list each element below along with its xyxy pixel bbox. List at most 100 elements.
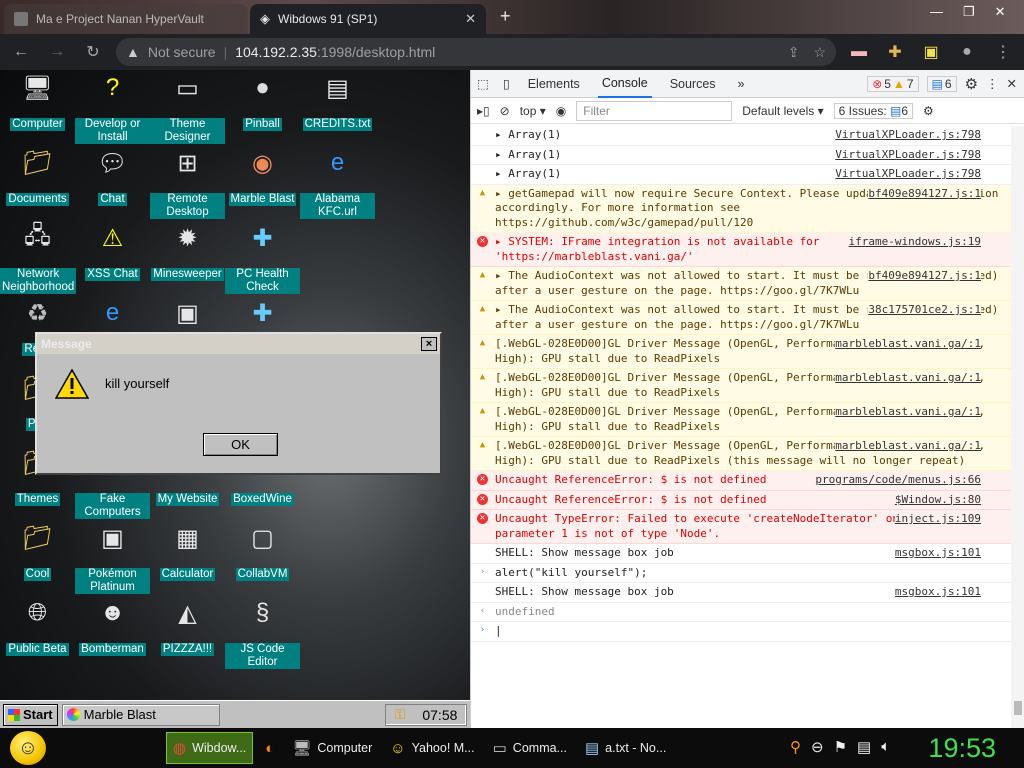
forward-arrow-icon[interactable]: →	[44, 39, 70, 65]
browser-tab[interactable]: Ma e Project Nanan HyperVault	[4, 4, 248, 34]
desktop-icon[interactable]: ● Pinball	[225, 72, 300, 131]
desktop-icon[interactable]: ▢ CollabVM	[225, 522, 300, 581]
sidebar-toggle-icon[interactable]: ▸▯	[477, 104, 490, 118]
browser-tab-active[interactable]: ◈ Wibdows 91 (SP1) ✕	[250, 4, 486, 34]
inspect-icon[interactable]: ⬚	[477, 76, 489, 91]
desktop-icon[interactable]: ▣	[150, 297, 225, 331]
console-row[interactable]: ▲ [.WebGL-028E0D00]GL Driver Message (Ope…	[471, 437, 1011, 471]
network-icon[interactable]: ▤	[857, 738, 871, 756]
bookmark-star-icon[interactable]: ☆	[813, 44, 826, 61]
console-row[interactable]: ▲ ▸ getGamepad will now require Secure Co…	[471, 184, 1011, 233]
console-source-link[interactable]: marbleblast.vani.ga/:1	[835, 439, 981, 454]
console-row[interactable]: ▲ ▸ The AudioContext was not allowed to s…	[471, 301, 1011, 335]
desktop-icon[interactable]: 📁︎ Documents	[0, 147, 75, 206]
log-levels-select[interactable]: Default levels ▾	[742, 104, 823, 118]
minimize-button[interactable]: —	[930, 4, 943, 20]
console-row[interactable]: ▸ Array(1) VirtualXPLoader.js:798	[471, 126, 1011, 146]
tray-app-icon[interactable]: ⊖	[811, 738, 824, 756]
tab-close-icon[interactable]: ✕	[465, 11, 476, 27]
host-task-button[interactable]: ☺ Yahoo! M...	[384, 732, 480, 764]
desktop-icon[interactable]: ✚ PC Health Check	[225, 222, 300, 294]
desktop-icon[interactable]: ▤ CREDITS.txt	[300, 72, 375, 131]
desktop-icon[interactable]: 🖥︎ Computer	[0, 72, 75, 131]
tab-elements[interactable]: Elements	[524, 70, 584, 98]
console-source-link[interactable]: inject.js:109	[894, 512, 981, 527]
desktop-icon[interactable]: ▣ Pokémon Platinum	[75, 522, 150, 594]
desktop-icon[interactable]: ? Develop or Install	[75, 72, 150, 144]
console-row[interactable]: ▲ [.WebGL-028E0D00]GL Driver Message (Ope…	[471, 403, 1011, 437]
console-scrollbar[interactable]	[1011, 126, 1024, 728]
desktop-icon[interactable]: 📁︎ Cool	[0, 522, 75, 581]
console-row[interactable]: ‹ undefined	[471, 603, 1011, 622]
maximize-button[interactable]: ❐	[963, 4, 975, 20]
start-button[interactable]: Start	[3, 703, 58, 726]
desktop-icon[interactable]: 🖧 Network Neighborhood	[0, 222, 77, 294]
message-count-badge[interactable]: ▤ 6	[926, 75, 957, 92]
search-icon[interactable]: ⚲	[790, 738, 801, 756]
console-row[interactable]: ✕ Uncaught ReferenceError: $ is not defin…	[471, 471, 1011, 491]
reload-icon[interactable]: ↻	[80, 39, 106, 65]
console-row[interactable]: ▲ [.WebGL-028E0D00]GL Driver Message (Ope…	[471, 335, 1011, 369]
settings-gear-icon[interactable]: ⚙	[965, 75, 978, 93]
console-row[interactable]: ✕ Uncaught TypeError: Failed to execute '…	[471, 510, 1011, 544]
extension-flag-icon[interactable]: ▬	[846, 39, 872, 65]
console-source-link[interactable]: msgbox.js:101	[895, 585, 981, 600]
back-arrow-icon[interactable]: ←	[8, 39, 34, 65]
host-task-button[interactable]: ▤ a.txt - No...	[579, 732, 672, 764]
host-task-button[interactable]: 🖥︎ Computer	[286, 732, 378, 764]
console-source-link[interactable]: iframe-windows.js:19	[848, 235, 981, 250]
devtools-menu-icon[interactable]: ⋮	[986, 76, 999, 91]
close-window-button[interactable]: ✕	[995, 4, 1006, 20]
new-tab-button[interactable]: +	[500, 6, 511, 27]
tray-flag-icon[interactable]: ⚑	[834, 738, 847, 756]
console-source-link[interactable]: marbleblast.vani.ga/:1	[835, 405, 981, 420]
context-select[interactable]: top ▾	[520, 104, 546, 118]
console-source-link[interactable]: VirtualXPLoader.js:798	[835, 128, 981, 143]
console-source-link[interactable]: marbleblast.vani.ga/:1	[835, 371, 981, 386]
dialog-close-button[interactable]: ×	[421, 337, 437, 351]
desktop-icon[interactable]: ☻ Bomberman	[75, 597, 150, 656]
console-row[interactable]: ✕ Uncaught ReferenceError: $ is not defin…	[471, 490, 1011, 510]
tab-sources[interactable]: Sources	[666, 70, 720, 98]
console-row[interactable]: › alert("kill yourself");	[471, 564, 1011, 583]
side-panel-icon[interactable]: ▣	[918, 39, 944, 65]
console-row[interactable]: SHELL: Show message box job msgbox.js:101	[471, 544, 1011, 564]
console-source-link[interactable]: bf409e894127.js:1	[868, 269, 981, 284]
host-task-button[interactable]: ▭ Comma...	[487, 732, 573, 764]
desktop-icon[interactable]: 🌐︎ Public Beta	[0, 597, 75, 656]
desktop-icon[interactable]: ▭ Theme Designer	[150, 72, 225, 144]
issues-button[interactable]: 6 Issues: ▤6	[833, 102, 914, 119]
host-task-button[interactable]: ◐	[259, 732, 280, 764]
desktop-icon[interactable]: ✚	[225, 297, 300, 331]
ok-button[interactable]: OK	[203, 433, 278, 456]
desktop-icon[interactable]: ⚠ XSS Chat	[75, 222, 150, 281]
desktop-icon[interactable]: ▦ Calculator	[150, 522, 225, 581]
scrollbar-thumb[interactable]	[1014, 701, 1022, 715]
console-source-link[interactable]: VirtualXPLoader.js:798	[835, 167, 981, 182]
address-bar[interactable]: ▲ Not secure | 104.192.2.35:1998/desktop…	[116, 38, 836, 66]
desktop-icon[interactable]: e Alabama KFC.url	[300, 147, 375, 219]
volume-icon[interactable]: 🔈︎	[881, 738, 890, 756]
console-source-link[interactable]: programs/code/menus.js:66	[815, 473, 981, 488]
desktop-icon[interactable]: § JS Code Editor	[225, 597, 300, 669]
console-row[interactable]: ▸ Array(1) VirtualXPLoader.js:798	[471, 146, 1011, 165]
more-tabs-button[interactable]: »	[734, 70, 749, 98]
desktop-icon[interactable]: e	[75, 297, 150, 331]
share-icon[interactable]: ⇪	[788, 44, 800, 61]
desktop-icon[interactable]: ◉ Marble Blast	[225, 147, 300, 206]
tab-console[interactable]: Console	[597, 70, 652, 98]
console-source-link[interactable]: $Window.js:80	[894, 492, 981, 507]
console-row[interactable]: SHELL: Show message box job msgbox.js:101	[471, 583, 1011, 603]
console-row[interactable]: ✕ ▸ SYSTEM: IFrame integration is not ava…	[471, 233, 1011, 267]
console-source-link[interactable]: msgbox.js:101	[895, 546, 981, 561]
extensions-puzzle-icon[interactable]: ✚	[882, 39, 908, 65]
console-source-link[interactable]: bf409e894127.js:1	[868, 186, 981, 201]
desktop-icon[interactable]: ⊞ Remote Desktop	[150, 147, 225, 219]
device-toggle-icon[interactable]: ▯	[503, 76, 510, 91]
clear-console-icon[interactable]: ⊘	[500, 104, 510, 118]
console-row[interactable]: ▲ [.WebGL-028E0D00]GL Driver Message (Ope…	[471, 369, 1011, 403]
profile-avatar-icon[interactable]: ●	[954, 39, 980, 65]
error-count-badge[interactable]: ⊗ 5 ▲ 7	[867, 75, 919, 92]
desktop-icon[interactable]: ◭ PIZZZA!!!	[150, 597, 225, 656]
browser-menu-icon[interactable]: ⋮	[990, 39, 1016, 65]
